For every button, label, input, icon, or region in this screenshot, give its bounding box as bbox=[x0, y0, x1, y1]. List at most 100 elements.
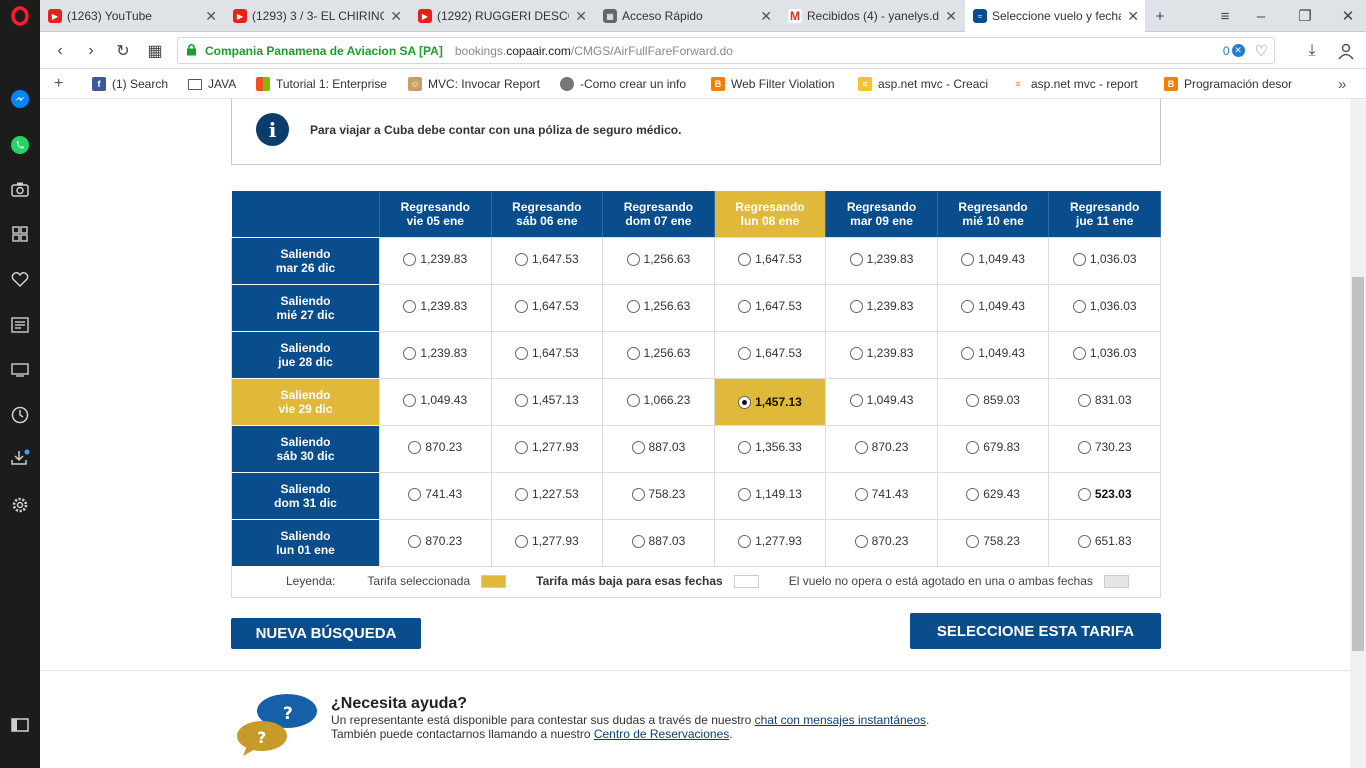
fare-radio[interactable] bbox=[514, 440, 528, 454]
bookmark-mvc-report[interactable]: ☺ MVC: Invocar Report bbox=[408, 76, 540, 92]
fare-cell[interactable]: 651.83 bbox=[1048, 518, 1161, 567]
fare-cell[interactable]: 1,049.43 bbox=[936, 236, 1050, 285]
history-icon[interactable] bbox=[8, 403, 32, 427]
fare-cell[interactable]: 887.03 bbox=[602, 424, 715, 473]
fare-radio[interactable] bbox=[738, 346, 752, 360]
fare-radio[interactable] bbox=[1072, 346, 1086, 360]
fare-cell[interactable]: 1,256.63 bbox=[602, 330, 715, 379]
fare-option[interactable]: 887.03 bbox=[631, 440, 685, 454]
fare-cell[interactable]: 758.23 bbox=[602, 471, 715, 520]
fare-cell[interactable]: 870.23 bbox=[825, 424, 938, 473]
fare-radio[interactable] bbox=[966, 393, 980, 407]
fare-radio[interactable] bbox=[854, 440, 868, 454]
fare-cell[interactable]: 1,049.43 bbox=[936, 283, 1050, 332]
fare-cell[interactable]: 1,647.53 bbox=[713, 236, 827, 285]
fare-option[interactable]: 870.23 bbox=[408, 440, 462, 454]
fare-option[interactable]: 1,457.13 bbox=[514, 393, 579, 407]
fare-cell[interactable]: 1,256.63 bbox=[602, 236, 715, 285]
tab-copa-active[interactable]: ≈ Seleccione vuelo y fecha ✕ bbox=[965, 0, 1145, 32]
fare-cell[interactable]: 1,277.93 bbox=[490, 424, 604, 473]
fare-cell[interactable]: 1,647.53 bbox=[713, 330, 827, 379]
fare-option[interactable]: 679.83 bbox=[966, 440, 1020, 454]
fare-cell[interactable]: 1,647.53 bbox=[490, 236, 604, 285]
fare-cell[interactable]: 1,049.43 bbox=[936, 330, 1050, 379]
fare-cell[interactable]: 730.23 bbox=[1048, 424, 1161, 473]
whatsapp-icon[interactable] bbox=[8, 133, 32, 157]
fare-cell[interactable]: 1,227.53 bbox=[490, 471, 604, 520]
fare-option[interactable]: 1,239.83 bbox=[849, 299, 913, 313]
fare-option[interactable]: 1,457.13 bbox=[738, 395, 802, 409]
fare-option[interactable]: 1,066.23 bbox=[626, 393, 690, 407]
fare-radio[interactable] bbox=[1077, 487, 1091, 501]
fare-option[interactable]: 1,647.53 bbox=[738, 346, 802, 360]
fare-radio[interactable] bbox=[1072, 252, 1086, 266]
fare-cell[interactable]: 1,239.83 bbox=[379, 283, 492, 332]
bookmark-heart-icon[interactable]: ♡ bbox=[1255, 42, 1268, 60]
fare-option[interactable]: 629.43 bbox=[966, 487, 1020, 501]
fare-option[interactable]: 870.23 bbox=[854, 534, 908, 548]
adblock-icon[interactable]: ✕ bbox=[1231, 44, 1245, 57]
fare-option[interactable]: 859.03 bbox=[966, 393, 1020, 407]
fare-option[interactable]: 1,227.53 bbox=[514, 487, 579, 501]
fare-radio[interactable] bbox=[738, 534, 752, 548]
new-search-button[interactable]: NUEVA BÚSQUEDA bbox=[231, 618, 421, 649]
news-icon[interactable] bbox=[8, 313, 32, 337]
opera-logo-icon[interactable] bbox=[8, 4, 32, 28]
fare-cell[interactable]: 1,049.43 bbox=[825, 377, 938, 426]
fare-option[interactable]: 1,239.83 bbox=[403, 299, 467, 313]
more-bookmarks-icon[interactable]: » bbox=[1338, 76, 1346, 93]
fare-radio[interactable] bbox=[631, 440, 645, 454]
fare-radio[interactable] bbox=[966, 440, 980, 454]
fare-option[interactable]: 1,256.63 bbox=[626, 299, 690, 313]
reload-icon[interactable]: ↻ bbox=[111, 39, 135, 63]
settings-icon[interactable] bbox=[8, 493, 32, 517]
fare-radio[interactable] bbox=[849, 252, 863, 266]
tab-youtube-2[interactable]: ▶ (1293) 3 / 3- EL CHIRING ✕ bbox=[225, 0, 408, 32]
fare-cell[interactable]: 741.43 bbox=[825, 471, 938, 520]
bookmark-crear-informe[interactable]: -Como crear un info bbox=[560, 76, 692, 92]
download-icon[interactable]: ⤓ bbox=[1300, 39, 1324, 63]
fare-radio[interactable] bbox=[849, 393, 863, 407]
bookmark-folder-java[interactable]: JAVA bbox=[188, 76, 236, 92]
fare-cell[interactable]: 870.23 bbox=[379, 424, 492, 473]
tab-gmail[interactable]: M Recibidos (4) - yanelys.d ✕ bbox=[780, 0, 963, 32]
url-field[interactable]: Compania Panamena de Aviacion SA [PA] bo… bbox=[177, 37, 1275, 64]
fare-cell[interactable]: 1,239.83 bbox=[825, 283, 938, 332]
downloads-icon[interactable] bbox=[8, 446, 32, 470]
tab-menu-icon[interactable]: ≡ bbox=[1213, 4, 1237, 28]
fare-option[interactable]: 1,036.03 bbox=[1072, 252, 1137, 266]
fare-cell[interactable]: 1,647.53 bbox=[713, 283, 827, 332]
fare-cell[interactable]: 859.03 bbox=[936, 377, 1050, 426]
fare-option[interactable]: 1,239.83 bbox=[849, 252, 913, 266]
reservations-center-link[interactable]: Centro de Reservaciones bbox=[594, 727, 729, 741]
profile-icon[interactable] bbox=[1334, 39, 1358, 63]
adblock-count[interactable]: 0 bbox=[1223, 44, 1230, 58]
heart-icon[interactable] bbox=[8, 267, 32, 291]
fare-radio[interactable] bbox=[514, 393, 528, 407]
fare-radio[interactable] bbox=[738, 440, 752, 454]
fare-radio[interactable] bbox=[514, 346, 528, 360]
bookmark-aspnet-creacion[interactable]: ≡ asp.net mvc - Creaci bbox=[858, 76, 990, 92]
fare-option[interactable]: 651.83 bbox=[1077, 534, 1132, 548]
fare-cell[interactable]: 523.03 bbox=[1048, 471, 1161, 520]
tab-youtube-1[interactable]: ▶ (1263) YouTube ✕ bbox=[40, 0, 223, 32]
fare-option[interactable]: 1,277.93 bbox=[738, 534, 802, 548]
fare-option[interactable]: 1,647.53 bbox=[514, 299, 579, 313]
tabs-sync-icon[interactable] bbox=[8, 358, 32, 382]
fare-cell[interactable]: 1,049.43 bbox=[379, 377, 492, 426]
fare-radio[interactable] bbox=[1077, 440, 1091, 454]
fare-radio[interactable] bbox=[403, 252, 417, 266]
fare-radio[interactable] bbox=[514, 299, 528, 313]
fare-option[interactable]: 758.23 bbox=[631, 487, 685, 501]
fare-option[interactable]: 1,647.53 bbox=[514, 346, 579, 360]
fare-option[interactable]: 1,647.53 bbox=[738, 252, 802, 266]
fare-cell[interactable]: 1,036.03 bbox=[1048, 283, 1161, 332]
bookmark-web-filter[interactable]: B Web Filter Violation bbox=[711, 76, 835, 92]
fare-radio[interactable] bbox=[738, 252, 752, 266]
fare-radio[interactable] bbox=[403, 299, 417, 313]
tabs-grid-icon[interactable]: ▦ bbox=[143, 39, 167, 63]
fare-option[interactable]: 1,277.93 bbox=[514, 440, 579, 454]
fare-radio[interactable] bbox=[849, 346, 863, 360]
forward-icon[interactable]: › bbox=[79, 39, 103, 63]
bookmark-programacion[interactable]: B Programación desor bbox=[1164, 76, 1299, 92]
